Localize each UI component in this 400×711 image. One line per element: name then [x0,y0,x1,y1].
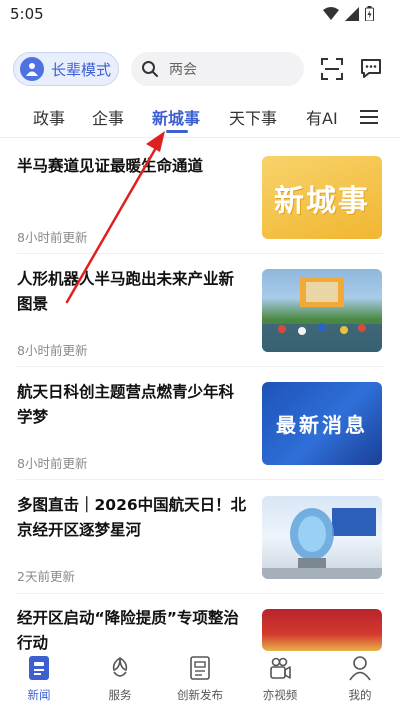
signal-icon [345,6,359,21]
news-time: 8小时前更新 [17,343,88,358]
marathon-photo [262,277,382,352]
tab-world[interactable]: 天下事 [229,105,277,129]
status-bar: 5:05 [0,0,400,28]
header: 长辈模式 两会 [0,48,400,92]
news-title: 经开区启动“降险提质”专项整治行动 [17,609,239,652]
search-icon [142,61,158,77]
nav-label: 我的 [348,688,372,702]
tab-enterprise[interactable]: 企事 [92,105,124,129]
news-item[interactable]: 航天日科创主题营点燃青少年科学梦 8小时前更新 最新消息 [0,380,400,494]
category-tabs: 政事 企事 新城事 天下事 有AI [0,96,400,138]
profile-icon [349,656,371,681]
status-time: 5:05 [10,5,44,23]
nav-video[interactable]: 亦视频 [248,655,312,705]
nav-label: 亦视频 [262,688,298,702]
elder-mode-label: 长辈模式 [51,60,112,79]
news-title: 人形机器人半马跑出未来产业新图景 [17,270,235,313]
elder-mode-icon [20,57,44,81]
news-thumbnail [262,269,382,352]
scan-icon[interactable] [321,58,343,80]
nav-label: 新闻 [27,688,51,702]
news-time: 8小时前更新 [17,456,88,471]
news-time: 8小时前更新 [17,230,88,245]
nav-label: 创新发布 [177,688,223,702]
news-icon [29,656,49,680]
status-icons [323,6,374,21]
news-title: 多图直击｜2026中国航天日！北京经开区逐梦星河 [17,496,247,539]
nav-news[interactable]: 新闻 [7,655,71,705]
thumbnail-text: 新城事 [274,183,370,219]
nav-service[interactable]: 服务 [88,655,152,705]
video-icon [270,657,291,679]
tab-ai[interactable]: 有AI [306,105,338,129]
news-thumbnail [262,609,382,651]
news-title: 半马赛道见证最暖生命通道 [17,157,204,175]
news-thumbnail [262,496,382,579]
tab-new-city[interactable]: 新城事 [152,105,200,129]
news-item[interactable]: 人形机器人半马跑出未来产业新图景 8小时前更新 [0,267,400,381]
tab-politics[interactable]: 政事 [33,105,65,129]
bottom-nav: 新闻 服务 创新发布 亦视频 我的 [0,651,400,711]
search-placeholder: 两会 [169,62,197,78]
message-icon[interactable] [359,57,383,81]
nav-label: 服务 [108,688,132,702]
divider [17,593,383,594]
elder-mode-button[interactable]: 长辈模式 [13,52,119,86]
news-time: 2天前更新 [17,569,75,584]
divider [17,479,383,480]
battery-icon [365,6,374,21]
nav-publish[interactable]: 创新发布 [168,655,232,705]
news-item[interactable]: 多图直击｜2026中国航天日！北京经开区逐梦星河 2天前更新 [0,493,400,607]
nav-profile[interactable]: 我的 [328,655,392,705]
menu-icon[interactable] [360,109,378,125]
thumbnail-text: 最新消息 [276,413,368,437]
news-thumbnail: 新城事 [262,156,382,239]
service-icon [112,657,128,677]
news-thumbnail: 最新消息 [262,382,382,465]
wifi-icon [323,6,339,20]
news-item[interactable]: 半马赛道见证最暖生命通道 8小时前更新 新城事 [0,154,400,268]
divider [17,253,383,254]
publish-icon [190,656,210,680]
news-title: 航天日科创主题营点燃青少年科学梦 [17,383,235,426]
active-tab-indicator [166,130,188,133]
search-input[interactable]: 两会 [131,52,304,86]
space-day-photo [262,508,382,579]
divider [17,366,383,367]
